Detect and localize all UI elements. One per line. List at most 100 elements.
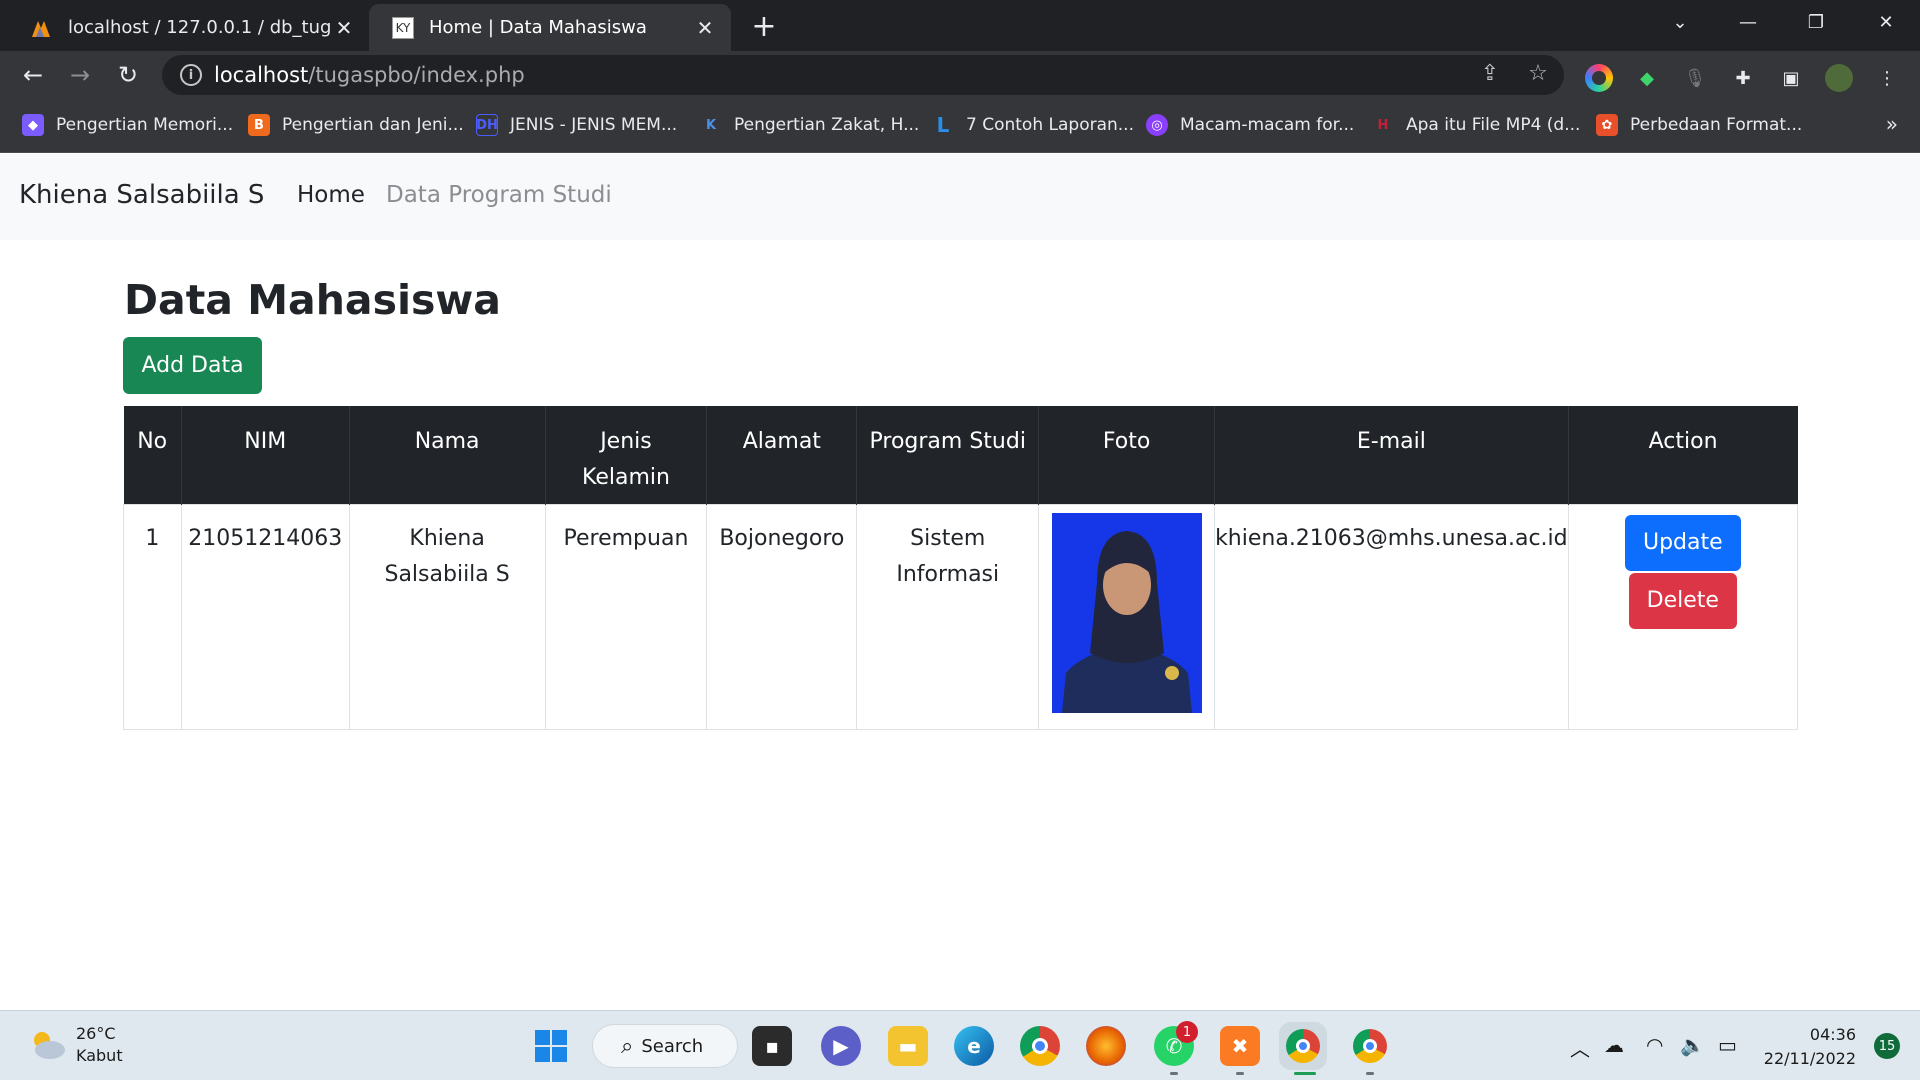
bookmarks-bar: ◆ Pengertian Memori... B Pengertian dan Je… xyxy=(0,98,1920,153)
add-data-button[interactable]: Add Data xyxy=(123,337,262,394)
firefox-icon[interactable] xyxy=(1086,1026,1126,1066)
cell-program-studi: Sistem Informasi xyxy=(856,503,1040,730)
close-tab-icon[interactable]: ✕ xyxy=(693,16,717,40)
more-bookmarks-icon[interactable]: » xyxy=(1886,112,1898,136)
microphone-icon[interactable]: 🎙 xyxy=(1681,64,1709,92)
header-nim: NIM xyxy=(180,406,350,504)
bookmark-item[interactable]: H Apa itu File MP4 (d... xyxy=(1372,112,1581,138)
search-label: Search xyxy=(641,1035,704,1057)
header-no: No xyxy=(123,406,182,504)
cell-jenis-kelamin: Perempuan xyxy=(544,503,708,730)
cell-nim: 21051214063 xyxy=(180,503,350,730)
header-email: E-mail xyxy=(1214,406,1569,504)
color-extension-icon[interactable] xyxy=(1585,64,1613,92)
close-window-icon[interactable]: ✕ xyxy=(1866,6,1906,38)
chrome-profile-active-icon[interactable] xyxy=(1283,1026,1323,1066)
bookmark-item[interactable]: L7 Contoh Laporan... xyxy=(932,112,1134,138)
cloudy-weather-icon xyxy=(28,1030,66,1060)
chrome-icon[interactable] xyxy=(1020,1026,1060,1066)
phpmyadmin-icon xyxy=(30,16,54,40)
bookmark-item[interactable]: ✿ Perbedaan Format... xyxy=(1596,112,1802,138)
bookmark-item[interactable]: ◎ Macam-macam for... xyxy=(1146,112,1354,138)
reload-icon[interactable]: ↻ xyxy=(111,58,145,92)
clock-time: 04:36 xyxy=(1809,1025,1856,1044)
browser-menu-icon[interactable]: ⋮ xyxy=(1873,64,1901,92)
cell-action: Update Delete xyxy=(1567,503,1799,730)
running-indicator xyxy=(1236,1072,1244,1075)
back-icon[interactable]: ← xyxy=(16,58,50,92)
taskbar-search[interactable]: ⌕ Search xyxy=(592,1024,738,1068)
address-bar[interactable]: i localhost/tugaspbo/index.php xyxy=(162,55,1564,95)
minimize-icon[interactable]: — xyxy=(1728,6,1768,38)
tab-title: localhost / 127.0.0.1 / db_tugaspbo xyxy=(68,17,332,38)
system-clock[interactable]: 04:36 22/11/2022 xyxy=(1764,1023,1856,1071)
task-view-icon[interactable]: ▪ xyxy=(752,1026,792,1066)
windows-taskbar: 26°C Kabut ⌕ Search ▪ ▶ ▬ e ✆ 1 ✖ ︿ ☁ ◠ … xyxy=(0,1010,1920,1080)
bookmark-item[interactable]: B Pengertian dan Jeni... xyxy=(248,112,464,138)
chrome-profile-icon[interactable] xyxy=(1350,1026,1390,1066)
close-tab-icon[interactable]: ✕ xyxy=(332,16,356,40)
cell-nama: Khiena Salsabiila S xyxy=(348,503,546,730)
share-icon[interactable]: ⇪ xyxy=(1476,59,1504,87)
active-indicator xyxy=(1294,1072,1316,1075)
tab-data-mahasiswa[interactable]: KY Home | Data Mahasiswa ✕ xyxy=(369,4,731,51)
running-indicator xyxy=(1366,1072,1374,1075)
bookmark-star-icon[interactable]: ☆ xyxy=(1524,59,1552,87)
extensions-puzzle-icon[interactable]: ✚ xyxy=(1729,64,1757,92)
bookmark-item[interactable]: DH JENIS - JENIS MEM... xyxy=(476,112,677,138)
site-info-icon[interactable]: i xyxy=(180,64,202,86)
blogger-icon: B xyxy=(248,114,270,136)
tab-search-icon[interactable]: ⌄ xyxy=(1660,6,1700,38)
volume-icon[interactable]: 🔈 xyxy=(1680,1033,1705,1057)
bookmark-item[interactable]: ◆ Pengertian Memori... xyxy=(22,112,233,138)
student-photo xyxy=(1051,512,1202,713)
profile-avatar[interactable] xyxy=(1825,64,1853,92)
header-jenis-kelamin: Jenis Kelamin xyxy=(544,406,707,504)
restore-icon[interactable]: ❐ xyxy=(1796,6,1836,38)
weather-condition: Kabut xyxy=(76,1046,123,1065)
dh-logo-icon: DH xyxy=(476,114,498,136)
clock-date: 22/11/2022 xyxy=(1763,1049,1856,1068)
search-icon: ⌕ xyxy=(621,1033,634,1059)
show-hidden-icons[interactable]: ︿ xyxy=(1570,1033,1590,1062)
weather-widget[interactable]: 26°C Kabut xyxy=(28,1023,123,1067)
edge-icon[interactable]: e xyxy=(954,1026,994,1066)
nav-link-home[interactable]: Home xyxy=(297,182,365,208)
running-indicator xyxy=(1170,1072,1178,1075)
navbar-brand[interactable]: Khiena Salsabiila S xyxy=(19,180,264,210)
teams-chat-icon[interactable]: ▶ xyxy=(821,1026,861,1066)
update-button[interactable]: Update xyxy=(1624,514,1741,571)
onedrive-icon[interactable]: ☁ xyxy=(1604,1033,1624,1057)
k-logo-icon: K xyxy=(705,117,717,133)
browser-tab-strip: localhost / 127.0.0.1 / db_tugaspbo ✕ KY… xyxy=(0,0,1920,51)
table-header-row: No NIM Nama Jenis Kelamin Alamat Program… xyxy=(123,406,1798,504)
site-navbar: Khiena Salsabiila S Home Data Program St… xyxy=(0,154,1920,240)
delete-button[interactable]: Delete xyxy=(1628,572,1737,629)
side-panel-icon[interactable]: ▣ xyxy=(1777,64,1805,92)
cell-foto xyxy=(1038,503,1216,730)
wifi-icon[interactable]: ◠ xyxy=(1646,1033,1663,1057)
battery-icon[interactable]: ▭ xyxy=(1718,1033,1737,1057)
eye-extension-icon[interactable]: ◆ xyxy=(1633,64,1661,92)
notification-badge[interactable]: 15 xyxy=(1874,1033,1900,1059)
header-alamat: Alamat xyxy=(706,406,857,504)
swirl-logo-icon: ✿ xyxy=(1596,114,1618,136)
cell-email: khiena.21063@mhs.unesa.ac.id xyxy=(1214,503,1569,730)
nav-link-data-program-studi[interactable]: Data Program Studi xyxy=(386,182,612,208)
h-logo-icon: H xyxy=(1377,117,1389,133)
new-tab-button[interactable]: + xyxy=(748,9,780,44)
url-path: /tugaspbo/index.php xyxy=(308,63,525,87)
bookmark-item[interactable]: K Pengertian Zakat, H... xyxy=(700,112,919,138)
url-host: localhost xyxy=(214,63,309,87)
header-action: Action xyxy=(1567,406,1798,504)
header-nama: Nama xyxy=(348,406,546,504)
header-program-studi: Program Studi xyxy=(856,406,1039,504)
forward-icon[interactable]: → xyxy=(63,58,97,92)
windows-start-icon[interactable] xyxy=(531,1026,571,1066)
tab-phpmyadmin[interactable]: localhost / 127.0.0.1 / db_tugaspbo ✕ xyxy=(8,4,370,51)
file-explorer-icon[interactable]: ▬ xyxy=(888,1026,928,1066)
xampp-icon[interactable]: ✖ xyxy=(1220,1026,1260,1066)
purple-logo-icon: ◆ xyxy=(22,114,44,136)
page-title: Data Mahasiswa xyxy=(124,276,501,324)
table-row: 1 21051214063 Khiena Salsabiila S Peremp… xyxy=(123,503,1799,730)
